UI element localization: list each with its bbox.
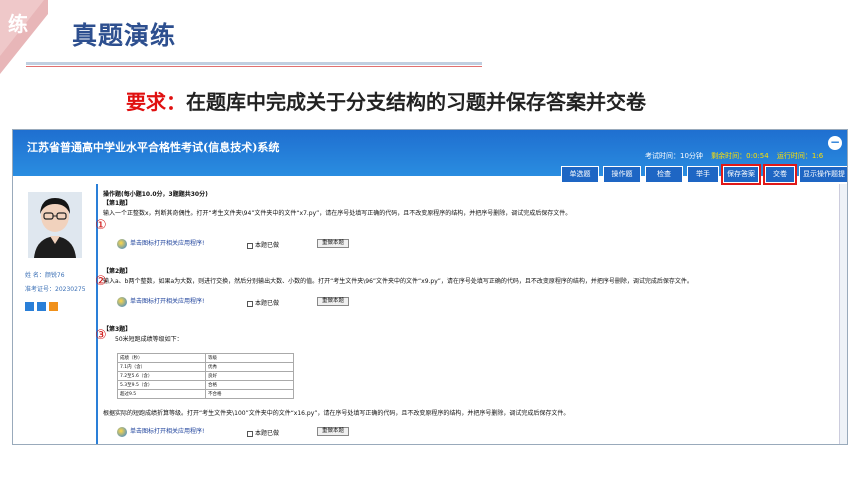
section-header: 操作题(每小题10.0分，3题题共30分)	[103, 191, 208, 198]
exam-time: 考试时间：10分钟	[645, 152, 703, 160]
exam-status: 考试时间：10分钟 剩余时间：0:0:54 运行时间：1:6	[645, 151, 823, 161]
title-underline-accent	[26, 66, 482, 67]
table-row: 7.2至5.6（含） 良好	[117, 371, 294, 381]
student-name: 姓 名：颜锐76	[25, 272, 65, 279]
q1-done-checkbox[interactable]: 本题已做	[247, 240, 279, 249]
app-launch-icon[interactable]	[117, 238, 127, 249]
nav-square-icon[interactable]	[49, 302, 58, 311]
exam-system-window: 江苏省普通高中学业水平合格性考试(信息技术)系统 考试时间：10分钟 剩余时间：…	[12, 129, 848, 445]
q2-label: 【第2题】	[103, 268, 132, 275]
q2-redo-button[interactable]: 重做本题	[317, 297, 350, 306]
q2-text: 输入a、b两个整数，如果a为大数，则进行交换，然后分别输出大数、小数的值。打开“…	[103, 278, 693, 285]
vertical-scrollbar[interactable]	[839, 184, 847, 444]
checkbox-icon[interactable]	[247, 242, 253, 249]
student-panel: 姓 名：颜锐76 准考证号：20230275	[13, 184, 98, 444]
question-area: 操作题(每小题10.0分，3题题共30分) 【第1题】 输入一个正整数x，判断其…	[95, 186, 841, 444]
toolbar: 单选题 操作题 检查 举手 保存答案 交卷 显示操作题提示	[13, 164, 847, 193]
slide-title: 真题演练	[72, 21, 177, 50]
app-launch-icon[interactable]	[117, 426, 127, 437]
student-photo	[28, 192, 82, 258]
running-time: 运行时间：1:6	[776, 152, 824, 160]
requirement-label: 要求：	[126, 90, 186, 114]
nav-square-icon[interactable]	[25, 302, 34, 311]
app-launch-icon[interactable]	[117, 296, 127, 307]
table-row: 超过9.5 不合格	[117, 389, 294, 399]
q1-label: 【第1题】	[103, 200, 132, 207]
requirement-text: 在题库中完成关于分支结构的习题并保存答案并交卷	[186, 90, 646, 114]
q2-marker: ②	[95, 274, 107, 289]
show-hints-button[interactable]: 显示操作题提示	[799, 166, 847, 193]
save-answer-button[interactable]: 保存答案	[721, 164, 761, 185]
table-row: 7.1内（含） 优秀	[117, 362, 294, 372]
table-row: 5.3至9.5（含） 合格	[117, 380, 294, 390]
q3-intro: 50米短跑成绩等级如下：	[115, 336, 183, 343]
grade-table: 成绩（秒） 等级 7.1内（含） 优秀 7.2至5.6（含） 良好 5.3至9.5（含…	[117, 353, 294, 399]
system-title: 江苏省普通高中学业水平合格性考试(信息技术)系统	[27, 141, 280, 154]
q3-redo-button[interactable]: 重做本题	[317, 427, 350, 436]
nav-square-icon[interactable]	[37, 302, 46, 311]
q3-run-link[interactable]: 单击图标打开相关应用程序!	[117, 426, 204, 437]
q1-run-link[interactable]: 单击图标打开相关应用程序!	[117, 238, 204, 249]
minimize-icon[interactable]: −	[828, 136, 842, 150]
remaining-time: 剩余时间：0:0:54	[711, 152, 769, 160]
q1-text: 输入一个正整数x，判断其奇偶性。打开“考生文件夹\94”文件夹中的文件“x7.p…	[103, 210, 572, 217]
q1-marker: ①	[95, 218, 107, 233]
corner-char: 练	[8, 12, 28, 36]
q2-done-checkbox[interactable]: 本题已做	[247, 298, 279, 307]
single-choice-button[interactable]: 单选题	[561, 166, 599, 183]
title-underline	[26, 62, 482, 65]
ticket-number: 准考证号：20230275	[25, 286, 86, 293]
submit-button[interactable]: 交卷	[763, 164, 797, 185]
requirement: 要求：在题库中完成关于分支结构的习题并保存答案并交卷	[126, 86, 646, 115]
q3-text: 根据实际的短跑成绩折算等级。打开“考生文件夹\100”文件夹中的文件“x16.p…	[103, 410, 570, 417]
checkbox-icon[interactable]	[247, 300, 253, 307]
slide: 练 真题演练 要求：在题库中完成关于分支结构的习题并保存答案并交卷 江苏省普通高…	[0, 0, 860, 484]
q2-run-link[interactable]: 单击图标打开相关应用程序!	[117, 296, 204, 307]
q3-done-checkbox[interactable]: 本题已做	[247, 428, 279, 437]
q1-redo-button[interactable]: 重做本题	[317, 239, 350, 248]
table-row: 成绩（秒） 等级	[117, 353, 294, 363]
checkbox-icon[interactable]	[247, 430, 253, 437]
check-button[interactable]: 检查	[645, 166, 683, 183]
avatar	[28, 192, 82, 258]
operation-button[interactable]: 操作题	[603, 166, 641, 183]
q3-marker: ③	[95, 328, 107, 343]
q3-label: 【第3题】	[103, 326, 132, 333]
raise-hand-button[interactable]: 举手	[687, 166, 719, 183]
